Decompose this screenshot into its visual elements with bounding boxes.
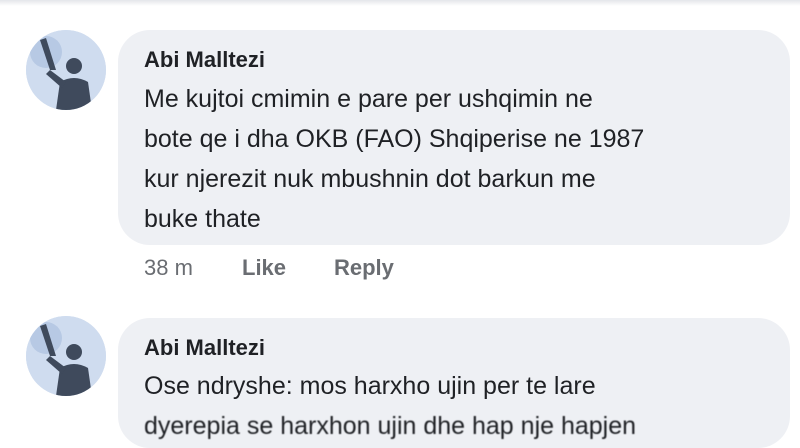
comment-author[interactable]: Abi Malltezi [144,335,265,361]
comment-line: dyerepia se harxhon ujin dhe hap nje hap… [144,412,637,440]
comment-actions: 38 m Like Reply [144,255,394,281]
top-edge [0,0,800,6]
avatar[interactable] [26,30,106,110]
like-button[interactable]: Like [242,255,334,281]
avatar-photo-icon [26,30,106,110]
avatar-photo-icon [26,316,106,396]
avatar[interactable] [26,316,106,396]
comment-author[interactable]: Abi Malltezi [144,47,265,73]
comment-line: Ose ndryshe: mos harxho ujin per te lare [144,372,596,400]
comment-line: Me kujtoi cmimin e pare per ushqimin ne [144,85,593,113]
comment-line: kur njerezit nuk mbushnin dot barkun me [144,165,596,193]
reply-button[interactable]: Reply [334,255,394,281]
comment-line: buke thate [144,205,261,233]
comment-text: Ose ndryshe: mos harxho ujin per te lare… [144,366,636,446]
comment-text: Me kujtoi cmimin e pare per ushqimin ne … [144,79,644,239]
comment-line: bote qe i dha OKB (FAO) Shqiperise ne 19… [144,125,645,153]
comment-timestamp[interactable]: 38 m [144,255,242,281]
